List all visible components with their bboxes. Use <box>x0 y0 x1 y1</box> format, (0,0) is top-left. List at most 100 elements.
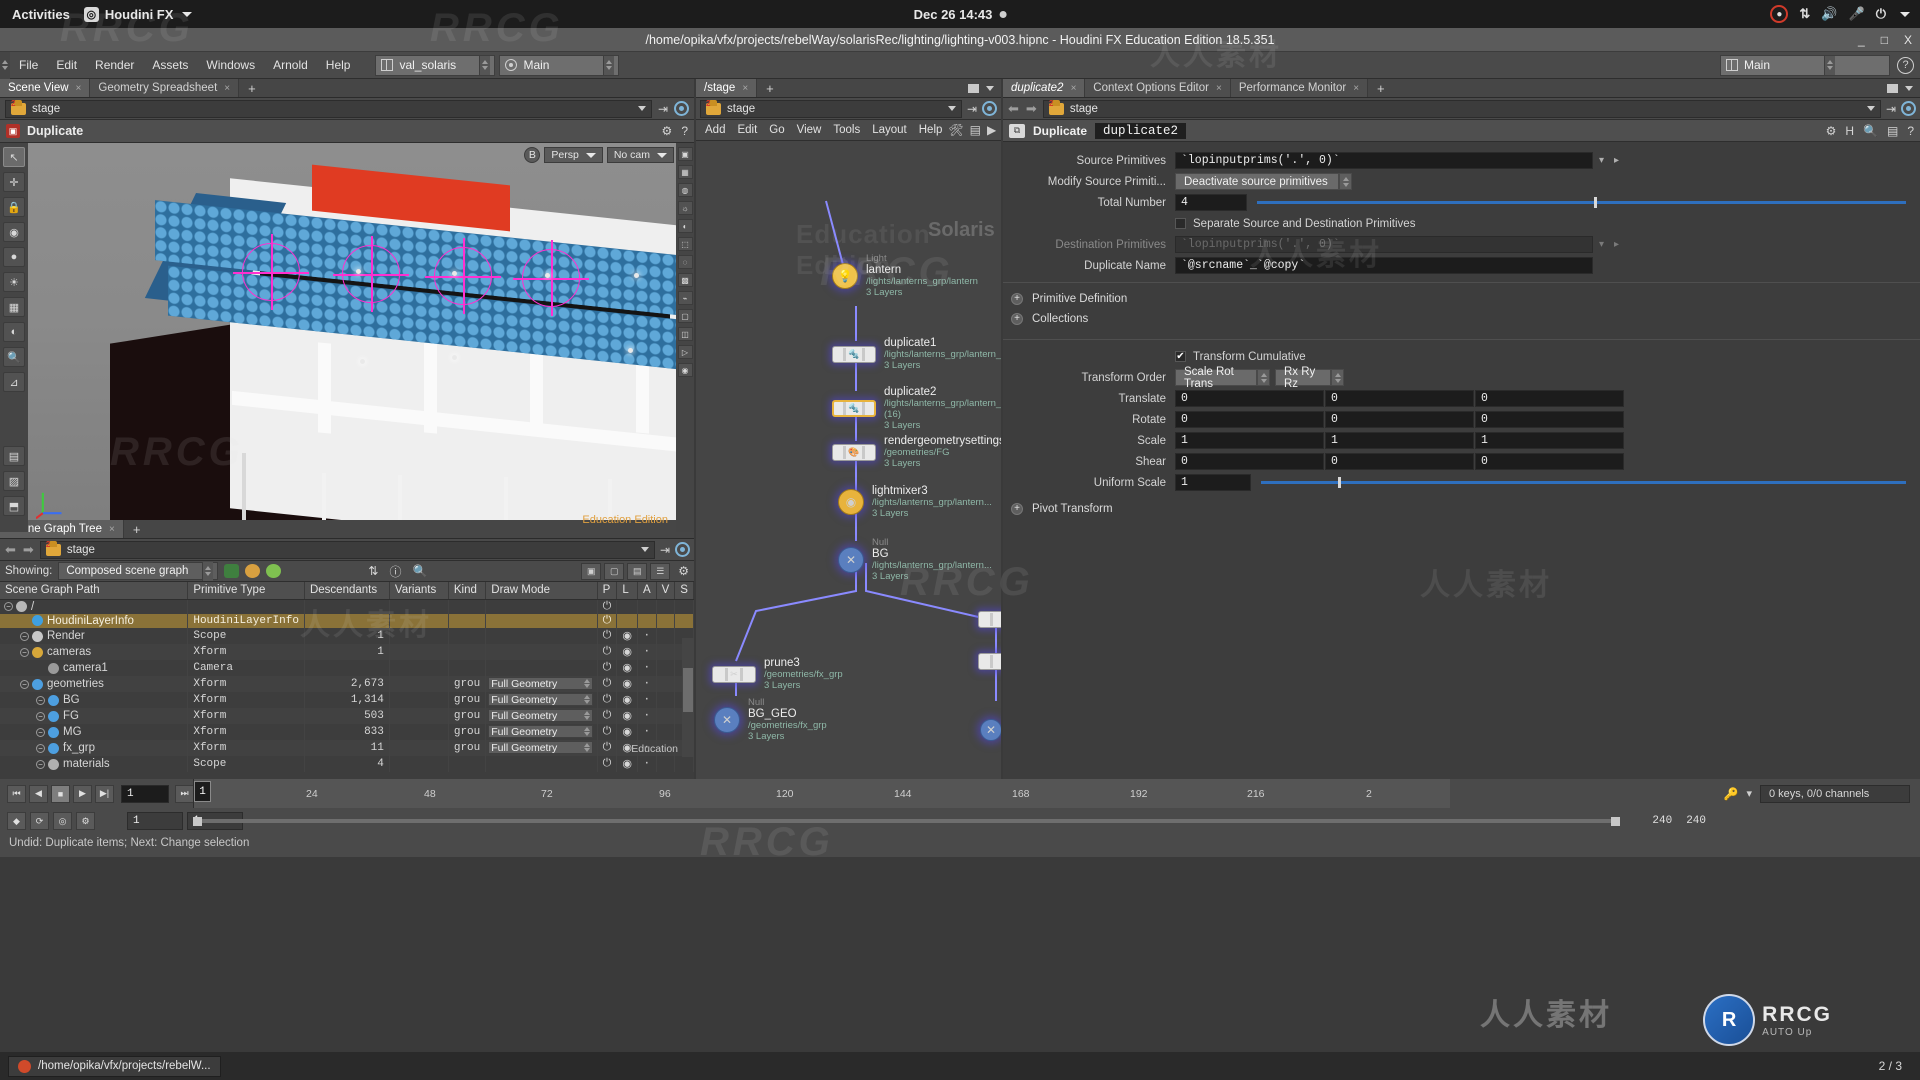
network-menu-go[interactable]: Go <box>763 120 790 141</box>
light-tool-icon[interactable]: ☀ <box>3 272 25 292</box>
network-node-bg-geo[interactable]: ✕ Null BG_GEO /geometries/fx_grp 3 Layer… <box>714 697 827 742</box>
scene-graph-path-cell[interactable]: −BG <box>0 692 188 708</box>
lock-tool-icon[interactable]: 🔒 <box>3 197 25 217</box>
maximize-button[interactable]: □ <box>1881 33 1888 47</box>
translate-input-0[interactable]: 0 <box>1175 390 1324 407</box>
search-icon[interactable]: 🔍 <box>1863 124 1878 138</box>
list-view-icon[interactable]: ☰ <box>650 563 670 580</box>
network-node-prune3[interactable]: ✂ prune3 /geometries/fx_grp 3 Layers <box>712 657 843 691</box>
flag-v[interactable] <box>656 708 675 724</box>
flag-l[interactable]: ◉ <box>617 644 638 660</box>
sync-icon[interactable] <box>982 101 997 116</box>
render-view-icon[interactable]: ◉ <box>678 363 693 377</box>
draw-mode-dropdown[interactable]: Full Geometry <box>488 709 593 722</box>
draw-mode-cell[interactable]: Full Geometry <box>486 676 597 692</box>
flag-p[interactable]: ⏻ <box>597 614 617 629</box>
table-row[interactable]: −FGXform503grouFull Geometry⏻◉· <box>0 708 694 724</box>
expand-toggle-icon[interactable]: − <box>36 696 45 705</box>
ghost-toggle-icon[interactable]: ◍ <box>678 183 693 197</box>
menu-help[interactable]: Help <box>317 52 360 79</box>
app-menu-houdini[interactable]: ◎ Houdini FX <box>84 7 193 22</box>
expand-toggle-icon[interactable]: − <box>36 712 45 721</box>
workspace-indicator[interactable]: 2 / 3 <box>1879 1059 1912 1073</box>
sync-icon[interactable] <box>674 101 689 116</box>
flag-p[interactable]: ⏻ <box>597 740 617 756</box>
section-collections[interactable]: + Collections <box>1003 309 1920 329</box>
takes-selector[interactable]: Main <box>1720 55 1890 76</box>
flag-l[interactable]: ◉ <box>617 628 638 644</box>
help-icon[interactable]: ? <box>681 124 688 138</box>
minimize-button[interactable]: _ <box>1858 33 1865 47</box>
add-tab-button[interactable]: + <box>1368 79 1394 97</box>
flag-v[interactable] <box>656 599 675 614</box>
col-a[interactable]: A <box>637 582 656 599</box>
network-node-duplicate2[interactable]: 🔩 duplicate2 /lights/lanterns_grp/lanter… <box>832 386 1001 431</box>
export-tool-icon[interactable]: ⬒ <box>3 496 25 516</box>
view-mode-button[interactable]: Persp <box>544 147 602 163</box>
table-row[interactable]: −fx_grpXform11grouFull Geometry⏻◉· <box>0 740 694 756</box>
sphere-tool-icon[interactable]: ● <box>3 247 25 267</box>
scene-graph-path-field[interactable]: stage <box>40 541 655 559</box>
expand-icon[interactable]: ▸ <box>1614 239 1619 250</box>
scene-view-path-field[interactable]: stage <box>5 100 652 118</box>
chevron-down-icon[interactable]: ▾ <box>1599 239 1604 250</box>
col-scene-graph-path[interactable]: Scene Graph Path <box>0 582 188 599</box>
stop-icon[interactable]: ■ <box>51 785 70 803</box>
rotate-input-2[interactable]: 0 <box>1475 411 1624 428</box>
flag-l[interactable]: ◉ <box>617 724 638 740</box>
flag-v[interactable] <box>656 724 675 740</box>
step-back-icon[interactable]: ◀ <box>29 785 48 803</box>
draw-mode-cell[interactable] <box>486 614 597 629</box>
flag-v[interactable] <box>656 756 675 772</box>
bbox-icon[interactable]: ▢ <box>678 309 693 323</box>
slider-handle[interactable] <box>1338 477 1341 488</box>
scene-graph-path-cell[interactable]: −/ <box>0 599 188 614</box>
gear-icon[interactable]: ⚙ <box>1826 124 1837 138</box>
range-handle-left[interactable] <box>193 817 202 826</box>
range-start-input[interactable]: 1 <box>127 812 183 830</box>
flag-v[interactable] <box>656 644 675 660</box>
expand-toggle-icon[interactable]: − <box>36 728 45 737</box>
spinner-icon[interactable] <box>603 56 614 75</box>
flag-v[interactable] <box>656 628 675 644</box>
draw-mode-cell[interactable] <box>486 660 597 676</box>
select-tool-icon[interactable]: ↖ <box>3 147 25 167</box>
draw-mode-dropdown[interactable]: Full Geometry <box>488 677 593 690</box>
total-number-slider[interactable] <box>1257 201 1906 204</box>
flag-s[interactable] <box>675 756 694 772</box>
flag-p[interactable]: ⏻ <box>597 692 617 708</box>
expand-toggle-icon[interactable]: − <box>20 648 29 657</box>
add-tab-button[interactable]: + <box>124 520 150 538</box>
spinner-icon[interactable] <box>584 695 590 704</box>
modify-source-dropdown[interactable]: Deactivate source primitives <box>1175 173 1339 190</box>
scope-icon[interactable]: ◎ <box>53 812 72 830</box>
houdini-h-icon[interactable]: H <box>1845 124 1854 138</box>
skip-start-icon[interactable]: ⏮ <box>7 785 26 803</box>
expand-toggle-icon[interactable]: − <box>4 602 13 611</box>
col-draw-mode[interactable]: Draw Mode <box>486 582 597 599</box>
total-number-input[interactable]: 4 <box>1175 194 1247 211</box>
pin-icon[interactable]: ⇥ <box>660 543 670 557</box>
range-handle-right[interactable] <box>1611 817 1620 826</box>
tab-duplicate2[interactable]: duplicate2 × <box>1003 79 1085 97</box>
step-forward-icon[interactable]: ▶| <box>95 785 114 803</box>
light-gizmo-1[interactable] <box>242 243 300 301</box>
scene-graph-path-cell[interactable]: −geometries <box>0 676 188 692</box>
scene-graph-path-cell[interactable]: −fx_grp <box>0 740 188 756</box>
shear-input-0[interactable]: 0 <box>1175 453 1324 470</box>
flag-p[interactable]: ⏻ <box>597 708 617 724</box>
add-tab-button[interactable]: + <box>239 79 265 97</box>
menu-windows[interactable]: Windows <box>197 52 264 79</box>
network-canvas[interactable]: Education Edition Solaris 💡 Light <box>696 141 1001 799</box>
tab-network-stage[interactable]: /stage × <box>696 79 757 97</box>
list-icon[interactable]: ▤ <box>970 123 981 137</box>
snap-mode-button[interactable]: B <box>524 147 540 163</box>
network-node-duplicate1[interactable]: 🔩 duplicate1 /lights/lanterns_grp/lanter… <box>832 337 1001 371</box>
rotate-input-1[interactable]: 0 <box>1325 411 1474 428</box>
translate-input-1[interactable]: 0 <box>1325 390 1474 407</box>
play-icon[interactable]: ▶ <box>73 785 92 803</box>
scrollbar-thumb[interactable] <box>683 668 693 712</box>
spinner-icon[interactable] <box>584 743 590 752</box>
draw-mode-cell[interactable]: Full Geometry <box>486 724 597 740</box>
expand-toggle-icon[interactable]: − <box>20 680 29 689</box>
